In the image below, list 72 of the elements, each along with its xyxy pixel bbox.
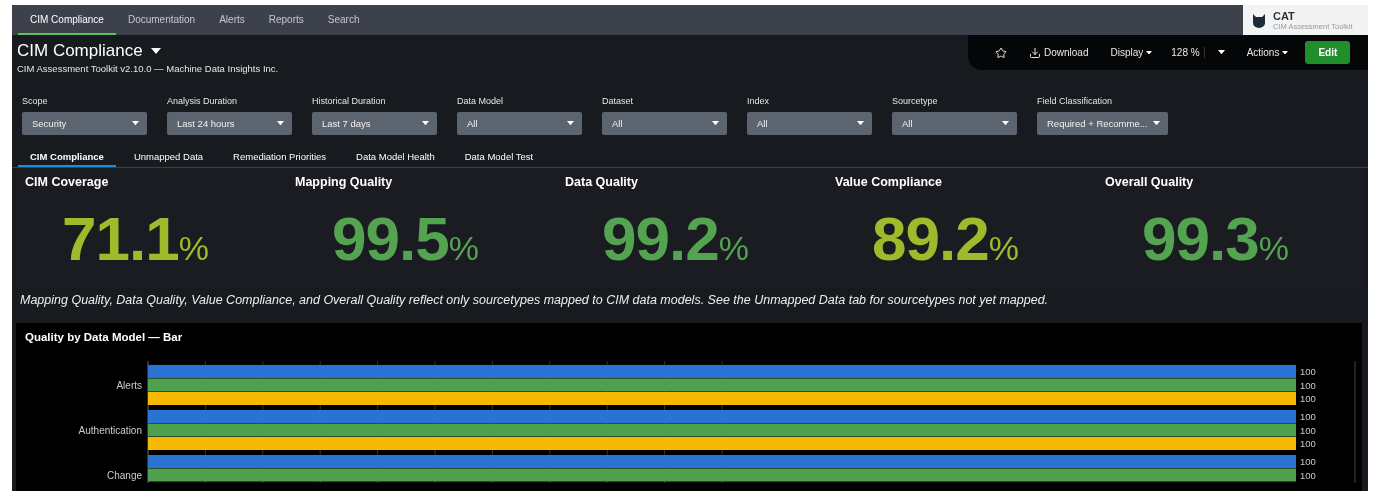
dashboard-tab[interactable]: Unmapped Data	[121, 151, 216, 167]
metric-title: Value Compliance	[835, 175, 943, 189]
page-subtitle: CIM Assessment Toolkit v2.10.0 — Machine Data Insights Inc.	[17, 63, 279, 74]
display-button[interactable]: Display	[1101, 47, 1162, 58]
category-label: Authentication	[78, 425, 142, 437]
filter-dropdown[interactable]: All	[747, 112, 872, 135]
data-label: 100	[1300, 456, 1316, 467]
filter-label: Dataset	[602, 96, 635, 106]
caret-icon	[567, 121, 574, 126]
filter-label: Field Classification	[1037, 96, 1114, 106]
dashboard-tab[interactable]: CIM Compliance	[18, 151, 116, 167]
chart-title: Quality by Data Model — Bar	[24, 330, 184, 343]
metric-value: 99.3%	[1141, 203, 1290, 274]
filter-label: Index	[747, 96, 771, 106]
caret-icon	[422, 121, 429, 126]
nav-tab[interactable]: Search	[315, 5, 372, 35]
filter-label: Data Model	[457, 96, 505, 106]
cat-icon	[1251, 12, 1267, 28]
data-label: 100	[1300, 424, 1316, 436]
dashboard-tab[interactable]: Data Model Test	[452, 151, 546, 167]
filter-label: Sourcetype	[892, 96, 939, 106]
metric-title: Data Quality	[565, 175, 639, 189]
caret-icon	[1282, 50, 1289, 55]
caret-icon	[132, 121, 139, 126]
metric-title: Mapping Quality	[295, 175, 394, 189]
caret-icon	[1153, 121, 1160, 126]
data-label: 100	[1300, 438, 1316, 449]
filter-dropdown[interactable]: Required + Recomme...	[1037, 112, 1168, 135]
filter-label: Analysis Duration	[167, 96, 239, 106]
data-label: 100	[1300, 379, 1316, 391]
page-title: CIM Compliance	[17, 41, 143, 61]
filter-dropdown[interactable]: Last 24 hours	[167, 112, 292, 135]
filter-dropdown[interactable]: Last 7 days	[312, 112, 437, 135]
data-label: 100	[1300, 366, 1316, 377]
metric-value: 99.2%	[601, 203, 750, 274]
caret-icon	[150, 48, 161, 54]
metric-value: 89.2%	[871, 203, 1020, 274]
data-label: 100	[1300, 393, 1316, 404]
filter-dropdown[interactable]: All	[892, 112, 1017, 135]
category-label: Change	[106, 470, 142, 482]
filter-label: Historical Duration	[312, 96, 387, 106]
note-text: Mapping Quality, Data Quality, Value Compliance, and Overall Quality reflect only sourcetypes mapped to CIM data models. See the Unmapped Data tab for sourcetypes not yet mapped.	[19, 292, 1050, 309]
caret-icon	[1002, 121, 1009, 126]
nav-tab[interactable]: Documentation	[115, 5, 208, 35]
caret-icon	[1146, 50, 1153, 55]
dashboard-tab[interactable]: Data Model Health	[344, 151, 447, 167]
nav-tab[interactable]: Alerts	[207, 5, 257, 35]
data-label: 100	[1300, 469, 1316, 481]
metric-title: CIM Coverage	[25, 175, 110, 189]
category-label: Alerts	[116, 380, 142, 392]
nav-tab[interactable]: CIM Compliance	[18, 5, 116, 35]
caret-icon	[857, 121, 864, 126]
edit-button[interactable]: Edit	[1305, 41, 1351, 64]
app-name: CAT	[1273, 9, 1296, 22]
filter-label: Scope	[22, 96, 49, 106]
nav-tab[interactable]: Reports	[256, 5, 316, 35]
caret-icon	[712, 121, 719, 126]
filter-dropdown[interactable]: All	[602, 112, 727, 135]
download-button[interactable]: Download	[1020, 46, 1098, 59]
caret-icon	[277, 121, 284, 126]
caret-icon	[1217, 50, 1225, 55]
data-label: 100	[1300, 411, 1316, 422]
metric-value: 99.5%	[331, 203, 480, 274]
metric-value: 71.1%	[61, 203, 210, 274]
dashboard-tab[interactable]: Remediation Priorities	[221, 151, 339, 167]
star-icon	[995, 46, 1007, 59]
filter-dropdown[interactable]: Security	[22, 112, 147, 135]
actions-button[interactable]: Actions	[1237, 47, 1298, 58]
metric-title: Overall Quality	[1105, 175, 1195, 189]
download-icon	[1029, 46, 1041, 59]
filter-dropdown[interactable]: All	[457, 112, 582, 135]
zoom-level: 128 %	[1165, 47, 1205, 58]
